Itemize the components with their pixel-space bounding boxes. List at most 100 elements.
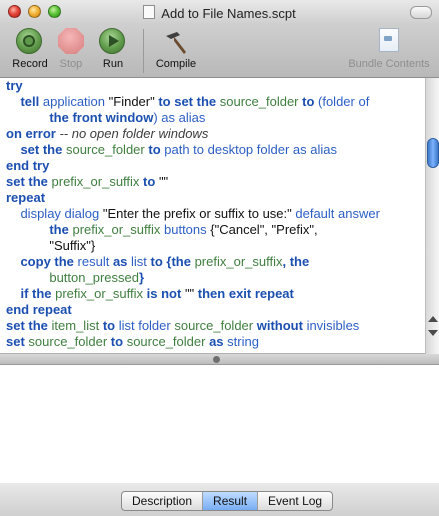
code-token: the front window: [49, 110, 154, 125]
bundle-contents-icon: [375, 28, 403, 56]
pane-splitter[interactable]: [0, 354, 439, 365]
code-token: to: [99, 318, 119, 333]
code-line[interactable]: copy the result as list to {the prefix_o…: [6, 254, 422, 270]
stop-icon: [57, 28, 85, 56]
code-token: list folder: [118, 318, 175, 333]
code-token: button_pressed: [49, 270, 139, 285]
code-token: invisibles: [306, 318, 360, 333]
code-line[interactable]: "Suffix"}: [6, 238, 422, 254]
code-token: prefix_or_suffix: [72, 222, 161, 237]
code-token: source_folder: [174, 318, 254, 333]
code-token: {the: [166, 254, 195, 269]
code-line[interactable]: try: [6, 78, 422, 94]
title-bar[interactable]: Add to File Names.scpt: [0, 0, 439, 25]
scroll-up-arrow-icon[interactable]: [428, 316, 438, 322]
code-token: set: [6, 334, 29, 349]
code-token: tell: [20, 94, 40, 109]
code-line[interactable]: end repeat: [6, 302, 422, 318]
code-token: source_folder: [28, 334, 108, 349]
bundle-contents-button[interactable]: Bundle Contents: [339, 28, 439, 70]
code-token: as: [109, 254, 132, 269]
code-token: (folder of: [318, 94, 370, 109]
code-token: -- no open folder windows: [55, 126, 209, 141]
code-line[interactable]: the front window) as alias: [6, 110, 422, 126]
document-icon: [143, 5, 156, 19]
toolbar: Record Stop Run Compile Bundle Contents: [0, 24, 439, 78]
code-line[interactable]: set the item_list to list folder source_…: [6, 318, 422, 334]
code-token: on error: [6, 126, 56, 141]
script-editor[interactable]: try tell application "Finder" to set the…: [0, 78, 425, 354]
window-title: Add to File Names.scpt: [161, 6, 296, 21]
result-pane[interactable]: [0, 365, 439, 484]
run-button[interactable]: Run: [83, 28, 143, 70]
code-token: to: [146, 254, 167, 269]
splitter-handle-icon[interactable]: [213, 356, 220, 363]
code-token: application: [39, 94, 109, 109]
scroll-down-arrow-icon[interactable]: [428, 330, 438, 336]
code-token: "": [158, 174, 169, 189]
script-code[interactable]: try tell application "Finder" to set the…: [6, 78, 422, 350]
record-icon: [16, 28, 44, 56]
bundle-contents-label: Bundle Contents: [348, 58, 430, 70]
code-token: ) as alias: [153, 110, 206, 125]
code-token: try: [6, 78, 23, 93]
code-token: set the: [6, 174, 52, 189]
code-token: item_list: [51, 318, 100, 333]
code-token: source_folder: [65, 142, 145, 157]
code-token: set the: [6, 318, 52, 333]
code-token: end try: [6, 158, 50, 173]
window-title-wrap: Add to File Names.scpt: [0, 5, 439, 21]
toolbar-separator: [143, 29, 144, 73]
hammer-icon: [162, 28, 190, 56]
toolbar-toggle-button[interactable]: [410, 6, 432, 19]
code-token: to: [298, 94, 319, 109]
code-token: display dialog: [20, 206, 103, 221]
code-token: source_folder: [126, 334, 206, 349]
script-editor-window: Add to File Names.scpt Record Stop Run C…: [0, 0, 439, 516]
code-line[interactable]: the prefix_or_suffix buttons {"Cancel", …: [6, 222, 422, 238]
code-token: end repeat: [6, 302, 72, 317]
code-line[interactable]: repeat: [6, 190, 422, 206]
code-token: then exit repeat: [194, 286, 294, 301]
code-token: repeat: [6, 190, 46, 205]
code-token: as: [205, 334, 228, 349]
code-token: is not: [143, 286, 185, 301]
vertical-scrollbar[interactable]: [425, 78, 439, 354]
compile-button[interactable]: Compile: [146, 28, 206, 70]
code-line[interactable]: button_pressed}: [6, 270, 422, 286]
code-line[interactable]: set the prefix_or_suffix to "": [6, 174, 422, 190]
code-token: without: [253, 318, 307, 333]
tab-result[interactable]: Result: [202, 492, 258, 510]
code-token: the: [49, 222, 73, 237]
code-line[interactable]: tell application "Finder" to set the sou…: [6, 94, 422, 110]
code-line[interactable]: on error -- no open folder windows: [6, 126, 422, 142]
code-line[interactable]: end try: [6, 158, 422, 174]
code-token: path to desktop folder as alias: [164, 142, 337, 157]
run-label: Run: [102, 58, 124, 70]
code-token: "Enter the prefix or suffix to use:": [102, 206, 292, 221]
code-token: list: [131, 254, 147, 269]
code-line[interactable]: set the source_folder to path to desktop…: [6, 142, 422, 158]
code-token: set the: [20, 142, 66, 157]
code-token: default answer: [291, 206, 380, 221]
tab-event-log[interactable]: Event Log: [257, 492, 332, 510]
code-token: to: [139, 174, 159, 189]
code-token: , the: [282, 254, 310, 269]
tab-description[interactable]: Description: [122, 492, 202, 510]
code-line[interactable]: display dialog "Enter the prefix or suff…: [6, 206, 422, 222]
run-icon: [99, 28, 127, 56]
scroll-thumb[interactable]: [427, 138, 439, 168]
code-line[interactable]: if the prefix_or_suffix is not "" then e…: [6, 286, 422, 302]
code-token: copy the: [20, 254, 78, 269]
code-token: "Suffix"}: [49, 238, 96, 253]
code-token: prefix_or_suffix: [194, 254, 283, 269]
code-line[interactable]: set source_folder to source_folder as st…: [6, 334, 422, 350]
code-token: to: [107, 334, 127, 349]
code-token: buttons: [160, 222, 211, 237]
